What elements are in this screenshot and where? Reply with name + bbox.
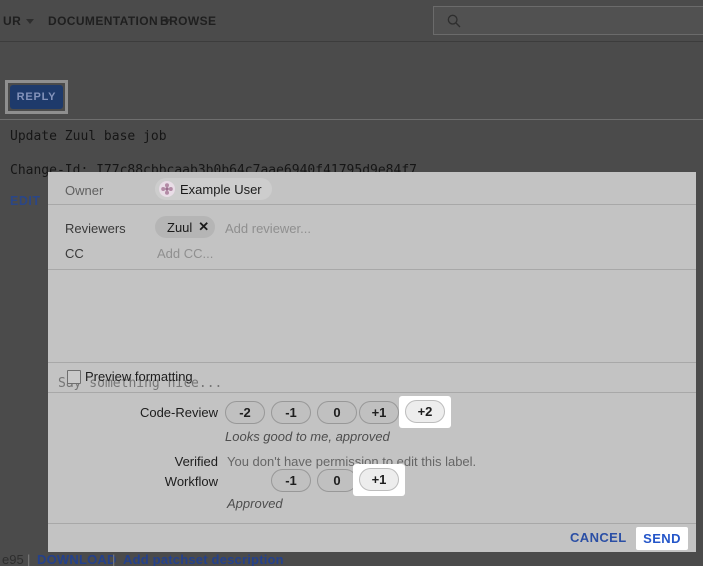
code-review-label: Code-Review [48,405,218,420]
cancel-button[interactable]: CANCEL [570,530,627,545]
code-review-zero-button[interactable]: 0 [317,401,357,424]
reply-button-highlight: REPLY [5,80,68,114]
nav-menu-ur[interactable]: UR [3,0,34,41]
owner-label: Owner [65,183,103,198]
code-review-plus2-button[interactable]: +2 [405,400,445,423]
owner-chip: Example User [155,178,272,200]
code-review-minus1-button[interactable]: -1 [271,401,311,424]
nav-menu-documentation-label: DOCUMENTATION [48,14,158,28]
owner-name: Example User [180,182,262,197]
verified-label: Verified [48,454,218,469]
add-patchset-description-link[interactable]: Add patchset description [123,552,284,566]
workflow-zero-button[interactable]: 0 [317,469,357,492]
patchset-ref: e95 [2,552,24,566]
nav-menu-browse[interactable]: BROWSE [160,0,216,41]
code-review-plus2-highlight: +2 [399,396,451,428]
remove-reviewer-icon[interactable]: ✕ [198,219,209,235]
divider [48,204,696,205]
dimmed-page: UR DOCUMENTATION BROWSE REPLY Update Zuu… [0,0,703,566]
divider [48,362,696,363]
divider [0,119,703,120]
workflow-label: Workflow [48,474,218,489]
search-icon [446,13,462,29]
commit-title: Update Zuul base job [10,129,167,144]
nav-menu-browse-label: BROWSE [160,14,216,28]
send-button-highlight: SEND [636,527,688,550]
code-review-plus1-button[interactable]: +1 [359,401,399,424]
reply-message-textarea[interactable]: Say something nice... [48,270,696,362]
reply-dialog: Owner Example User Reviewers Zuul ✕ Add r… [48,172,696,552]
send-button[interactable]: SEND [643,531,681,546]
add-reviewer-input[interactable]: Add reviewer... [225,221,311,236]
workflow-minus1-button[interactable]: -1 [271,469,311,492]
reply-button[interactable]: REPLY [10,85,63,109]
cc-label: CC [65,246,84,261]
nav-menu-documentation[interactable]: DOCUMENTATION [48,0,171,41]
reviewer-chip-name: Zuul [167,220,192,235]
search-input[interactable] [433,6,703,35]
chevron-down-icon [26,19,34,24]
code-review-minus2-button[interactable]: -2 [225,401,265,424]
reviewer-chip: Zuul ✕ [155,216,215,238]
preview-formatting-checkbox[interactable] [67,370,81,384]
code-review-description: Looks good to me, approved [225,429,390,444]
divider [48,523,696,524]
reviewers-label: Reviewers [65,221,126,236]
add-cc-input[interactable]: Add CC... [157,246,213,261]
bottom-bar: e95 | DOWNLOAD | Add patchset descriptio… [0,552,703,566]
preview-formatting-label: Preview formatting [85,369,193,384]
nav-menu-ur-label: UR [3,14,21,28]
separator: | [27,552,30,566]
workflow-plus1-button[interactable]: +1 [359,468,399,491]
workflow-plus1-highlight: +1 [353,464,405,496]
download-link[interactable]: DOWNLOAD [37,552,117,566]
verified-permission-message: You don't have permission to edit this l… [227,454,476,469]
edit-link[interactable]: EDIT [10,194,40,208]
divider [48,392,696,393]
avatar [159,181,175,197]
workflow-description: Approved [227,496,283,511]
top-navbar: UR DOCUMENTATION BROWSE [0,0,703,42]
separator: | [112,552,115,566]
